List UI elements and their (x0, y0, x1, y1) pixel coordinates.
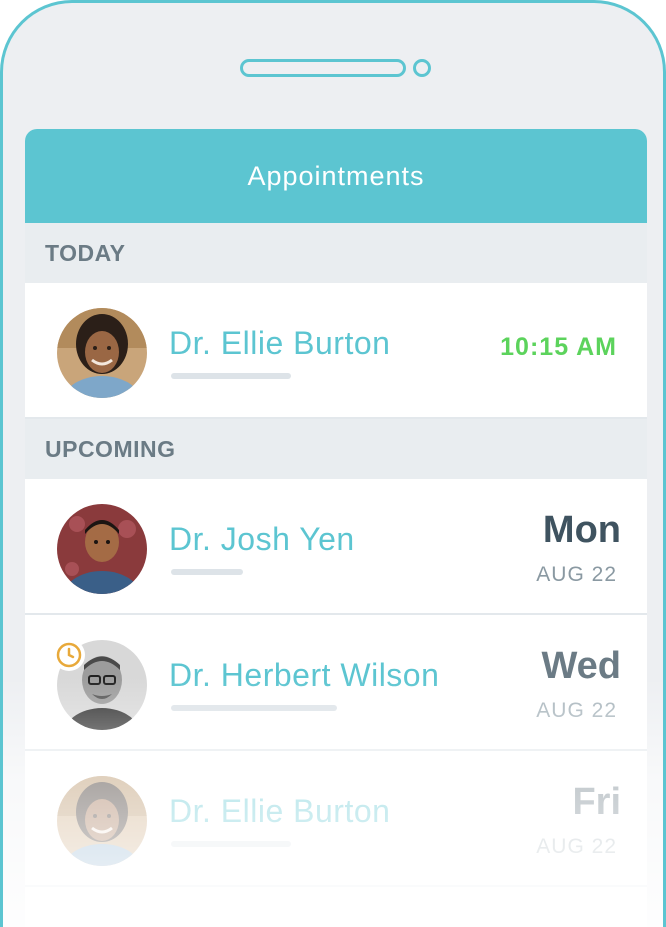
appointment-date: AUG 22 (536, 563, 617, 586)
appointment-row-today-ellie[interactable]: Dr. Ellie Burton 10:15 AM (25, 283, 647, 419)
subtitle-placeholder-bar (171, 569, 243, 575)
appointment-row-ellie-upcoming[interactable]: Dr. Ellie Burton Fri AUG 22 (25, 751, 647, 887)
appointment-day: Fri (572, 781, 621, 823)
appointment-row-herbert[interactable]: Dr. Herbert Wilson Wed AUG 22 (25, 615, 647, 751)
section-header-today: TODAY (25, 223, 647, 283)
title-bar: Appointments (25, 129, 647, 223)
subtitle-placeholder-bar (171, 373, 291, 379)
doctor-name: Dr. Ellie Burton (169, 793, 391, 829)
phone-speaker (240, 59, 406, 77)
doctor-man-avatar (57, 504, 147, 594)
doctor-name: Dr. Herbert Wilson (169, 657, 440, 693)
appointment-time: 10:15 AM (500, 333, 617, 361)
phone-frame: Appointments TODAY Dr. Ellie Burton 10:1… (0, 0, 666, 927)
section-label-today: TODAY (45, 239, 126, 266)
doctor-woman-avatar (57, 308, 147, 398)
doctor-name: Dr. Josh Yen (169, 521, 355, 557)
appointment-date: AUG 22 (536, 699, 617, 722)
app-screen: Appointments TODAY Dr. Ellie Burton 10:1… (25, 129, 647, 927)
section-header-upcoming: UPCOMING (25, 419, 647, 479)
doctor-name: Dr. Ellie Burton (169, 325, 391, 361)
appointment-day: Wed (541, 645, 621, 687)
page-title: Appointments (247, 160, 425, 191)
subtitle-placeholder-bar (171, 841, 291, 847)
subtitle-placeholder-bar (171, 705, 337, 711)
section-label-upcoming: UPCOMING (45, 435, 176, 462)
clock-icon (53, 639, 85, 671)
appointment-date: AUG 22 (536, 835, 617, 858)
appointment-day: Mon (542, 509, 621, 551)
appointment-row-josh[interactable]: Dr. Josh Yen Mon AUG 22 (25, 479, 647, 615)
phone-camera (413, 59, 431, 77)
doctor-woman-avatar (57, 776, 147, 866)
